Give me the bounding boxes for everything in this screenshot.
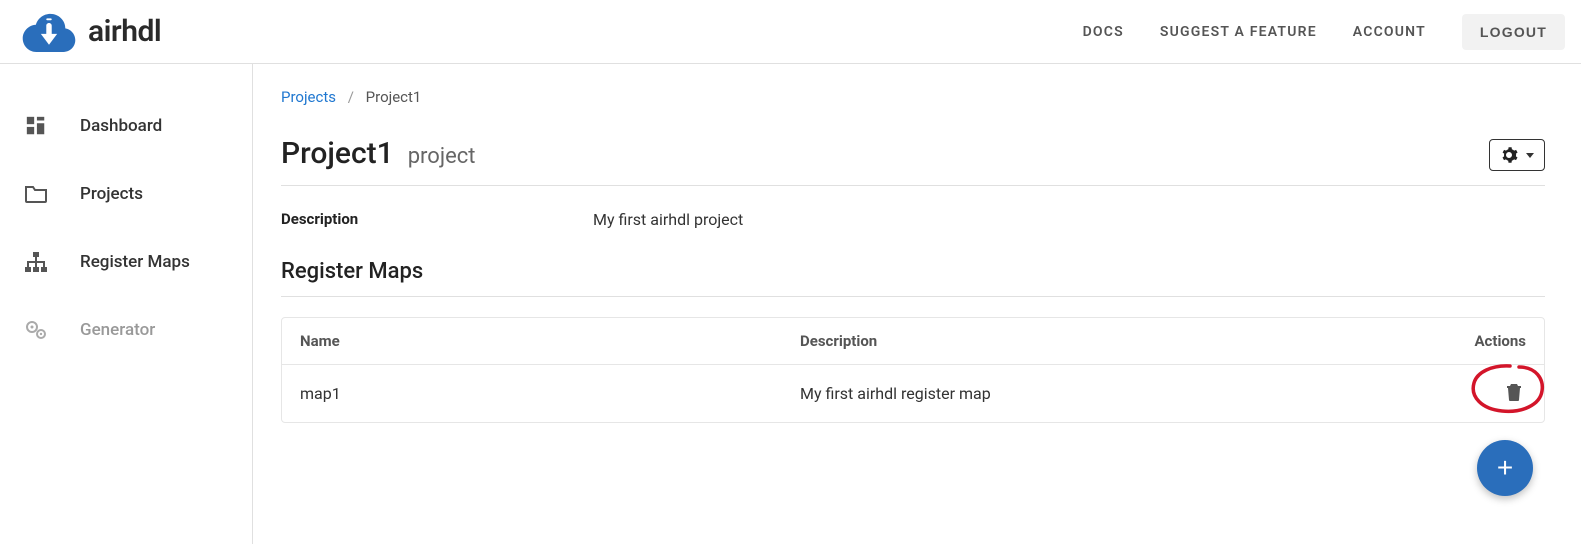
topbar: airhdl DOCS SUGGEST A FEATURE ACCOUNT LO… xyxy=(0,0,1581,64)
plus-icon: + xyxy=(1497,452,1513,484)
main-content: Projects / Project1 Project1 project Des… xyxy=(253,64,1581,544)
sidebar-item-label: Register Maps xyxy=(80,252,190,272)
col-header-actions: Actions xyxy=(1436,332,1526,350)
table-header-row: Name Description Actions xyxy=(282,318,1544,365)
sidebar-item-dashboard[interactable]: Dashboard xyxy=(0,92,252,160)
gears-icon xyxy=(22,318,50,342)
delete-button[interactable] xyxy=(1502,379,1526,408)
col-header-name: Name xyxy=(300,332,800,350)
sitemap-icon xyxy=(22,250,50,274)
table-body: map1 My first airhdl register map xyxy=(282,365,1544,422)
breadcrumb-separator: / xyxy=(348,88,354,106)
top-nav: DOCS SUGGEST A FEATURE ACCOUNT LOGOUT xyxy=(1083,14,1565,50)
description-row: Description My first airhdl project xyxy=(281,210,1545,229)
brand-name: airhdl xyxy=(88,14,161,49)
page-subtitle: project xyxy=(408,144,476,171)
col-header-description: Description xyxy=(800,332,1436,350)
sidebar-item-label: Dashboard xyxy=(80,116,162,136)
table-row[interactable]: map1 My first airhdl register map xyxy=(282,365,1544,422)
register-maps-table: Name Description Actions map1 My first a… xyxy=(281,317,1545,423)
sidebar-item-generator[interactable]: Generator xyxy=(0,296,252,364)
nav-account[interactable]: ACCOUNT xyxy=(1353,24,1426,40)
cell-description: My first airhdl register map xyxy=(800,384,1436,403)
breadcrumb-current: Project1 xyxy=(366,88,422,106)
sidebar-item-projects[interactable]: Projects xyxy=(0,160,252,228)
chevron-down-icon xyxy=(1526,153,1534,158)
logout-button[interactable]: LOGOUT xyxy=(1462,14,1565,50)
brand-logo[interactable]: airhdl xyxy=(20,12,161,52)
description-label: Description xyxy=(281,210,593,229)
nav-suggest-feature[interactable]: SUGGEST A FEATURE xyxy=(1160,24,1317,40)
sidebar: Dashboard Projects Register Maps Generat… xyxy=(0,64,253,544)
breadcrumb: Projects / Project1 xyxy=(281,88,1545,106)
sidebar-item-register-maps[interactable]: Register Maps xyxy=(0,228,252,296)
sidebar-item-label: Projects xyxy=(80,184,143,204)
page-title: Project1 xyxy=(281,136,394,171)
sidebar-item-label: Generator xyxy=(80,320,155,340)
breadcrumb-root[interactable]: Projects xyxy=(281,88,336,106)
folder-icon xyxy=(22,182,50,206)
page-title-row: Project1 project xyxy=(281,136,1545,186)
add-fab-button[interactable]: + xyxy=(1477,440,1533,496)
trash-icon xyxy=(1506,389,1522,404)
gear-icon xyxy=(1500,146,1518,164)
dashboard-icon xyxy=(22,114,50,138)
description-value: My first airhdl project xyxy=(593,210,743,229)
cell-name: map1 xyxy=(300,384,800,403)
settings-dropdown[interactable] xyxy=(1489,139,1545,171)
cloud-download-icon xyxy=(20,12,78,52)
section-title: Register Maps xyxy=(281,259,1545,297)
nav-docs[interactable]: DOCS xyxy=(1083,24,1124,40)
